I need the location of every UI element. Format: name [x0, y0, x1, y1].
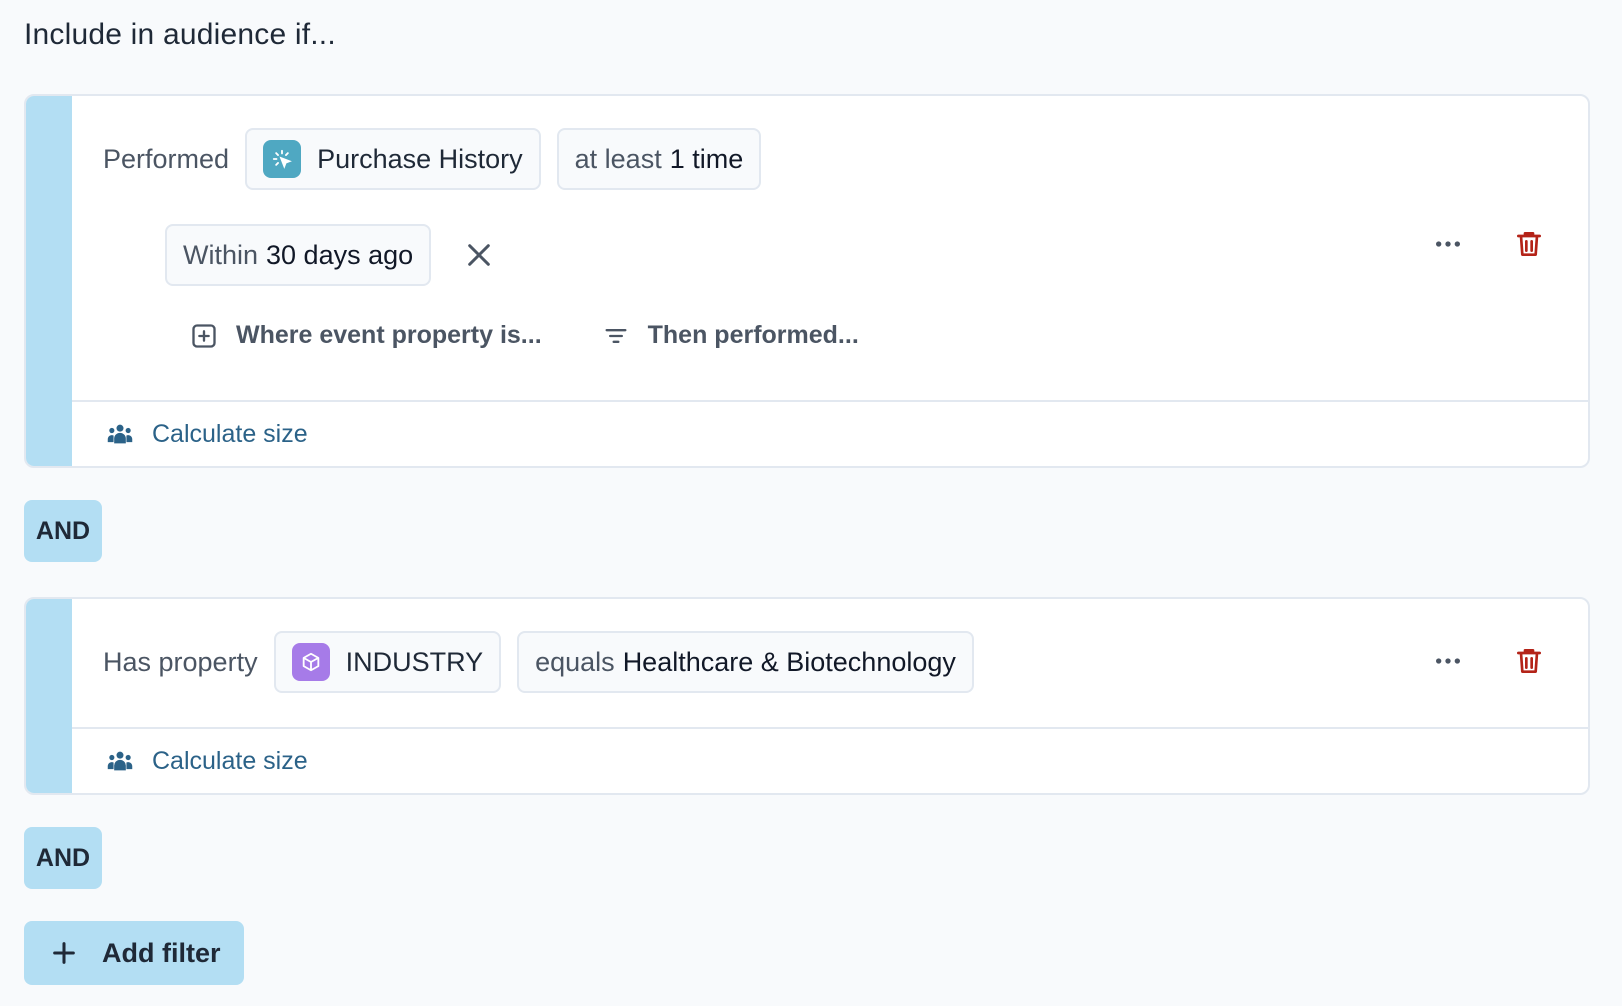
users-group-icon	[107, 424, 133, 444]
filter-label: Has property	[103, 646, 258, 677]
delete-filter-button[interactable]	[1509, 641, 1549, 681]
filter-label: Performed	[103, 143, 230, 174]
frequency-prefix: at least	[574, 143, 662, 174]
filter-card-stripe	[26, 96, 72, 466]
and-operator[interactable]: AND	[24, 827, 102, 889]
filter-card-property: Has property INDUSTRY equals Healthcare …	[24, 597, 1590, 795]
calculate-size-button[interactable]: Calculate size	[106, 747, 308, 776]
event-name: Purchase History	[317, 143, 523, 174]
cursor-click-icon	[263, 140, 302, 178]
filter-card-performed: Performed Purchase History at least 1 ti…	[24, 94, 1590, 468]
frequency-selector[interactable]: at least 1 time	[556, 128, 762, 190]
performed-row: Performed Purchase History at least 1 ti…	[103, 128, 762, 190]
more-horizontal-icon	[1436, 658, 1460, 664]
property-selector[interactable]: INDUSTRY	[273, 631, 502, 693]
close-icon[interactable]	[463, 239, 495, 271]
property-name: INDUSTRY	[345, 646, 484, 677]
time-window-selector[interactable]: Within 30 days ago	[165, 224, 432, 286]
more-horizontal-icon	[1436, 241, 1460, 247]
time-prefix: Within	[183, 239, 259, 270]
then-performed-label: Then performed...	[647, 321, 859, 349]
filter-lines-icon	[605, 328, 627, 343]
event-selector[interactable]: Purchase History	[245, 128, 541, 190]
frequency-value: 1 time	[669, 143, 744, 174]
users-group-icon	[107, 751, 133, 771]
cube-icon	[291, 643, 330, 681]
plus-icon	[53, 942, 75, 964]
add-filter-label: Add filter	[102, 937, 221, 968]
trash-icon	[1517, 649, 1541, 673]
plus-square-icon	[192, 323, 216, 348]
and-operator[interactable]: AND	[24, 500, 102, 562]
card-footer: Calculate size	[72, 400, 1588, 466]
time-value: 30 days ago	[266, 239, 414, 270]
trash-icon	[1517, 232, 1541, 256]
delete-filter-button[interactable]	[1509, 224, 1549, 264]
property-condition-selector[interactable]: equals Healthcare & Biotechnology	[517, 631, 974, 693]
condition-operator: equals	[535, 646, 615, 677]
calculate-size-button[interactable]: Calculate size	[106, 420, 308, 449]
condition-value: Healthcare & Biotechnology	[622, 646, 956, 677]
more-options-button[interactable]	[1428, 224, 1468, 264]
time-window-row: Within 30 days ago	[165, 224, 495, 286]
card-footer: Calculate size	[72, 727, 1588, 793]
add-filter-button[interactable]: Add filter	[24, 921, 244, 985]
calculate-size-label: Calculate size	[152, 746, 308, 775]
more-options-button[interactable]	[1428, 641, 1468, 681]
where-event-property-button[interactable]: Where event property is...	[190, 321, 542, 350]
where-event-property-label: Where event property is...	[236, 321, 542, 349]
then-performed-button[interactable]: Then performed...	[602, 321, 859, 350]
page-title: Include in audience if...	[24, 18, 336, 51]
event-actions-row: Where event property is... Then performe…	[190, 321, 859, 350]
calculate-size-label: Calculate size	[152, 419, 308, 448]
filter-card-stripe	[26, 599, 72, 793]
audience-builder: Include in audience if... Performed Purc…	[0, 0, 1622, 1006]
property-row: Has property INDUSTRY equals Healthcare …	[103, 631, 974, 693]
